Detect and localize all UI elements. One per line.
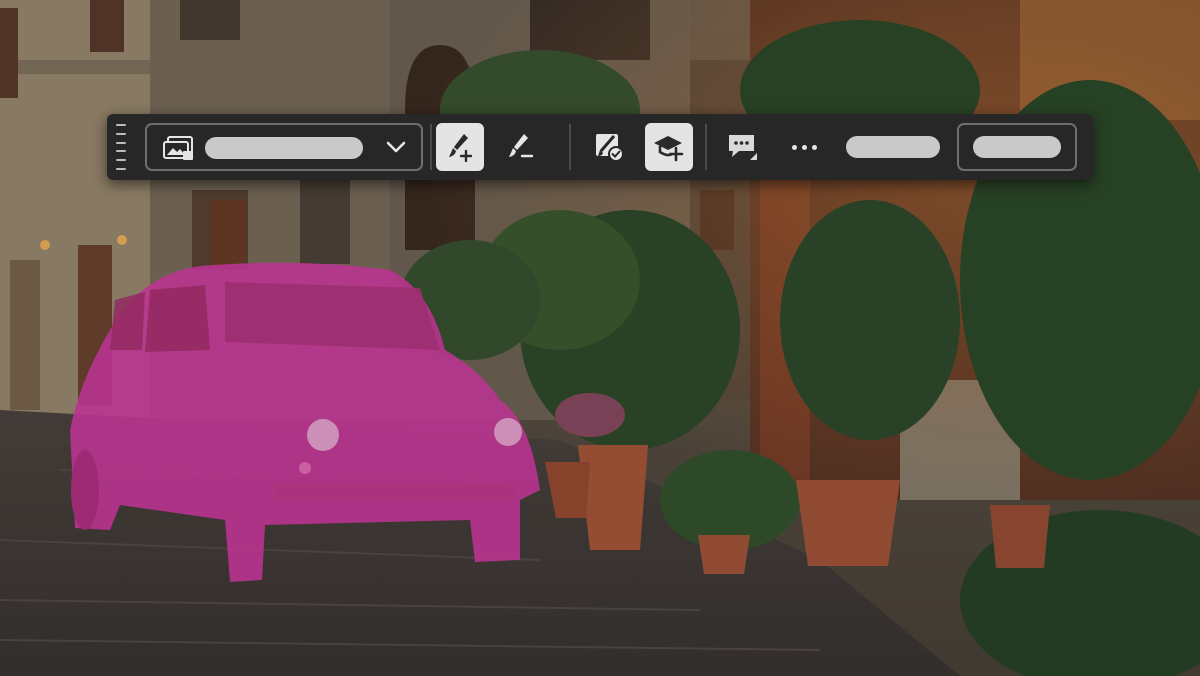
brush-plus-icon [449, 134, 473, 163]
toolbar-divider [430, 124, 432, 170]
mask-select-value [205, 137, 363, 159]
mask-select-dropdown[interactable] [145, 123, 423, 171]
chevron-down-icon [386, 141, 406, 153]
brush-minus-icon [509, 134, 534, 158]
feedback-button[interactable] [719, 123, 767, 171]
hat-plus-icon [654, 136, 684, 162]
toolbar-divider [705, 124, 707, 170]
secondary-action-label [973, 136, 1061, 158]
subtract-brush-button[interactable] [496, 123, 544, 171]
toolbar-divider [569, 124, 571, 170]
more-options-button[interactable] [780, 123, 828, 171]
more-horizontal-icon [791, 144, 797, 150]
drag-handle[interactable] [115, 124, 127, 170]
brush-check-icon [596, 134, 624, 162]
secondary-action-button[interactable] [957, 123, 1077, 171]
layer-mask-icon [163, 136, 193, 160]
primary-action-button[interactable] [846, 136, 940, 158]
floating-toolbar [107, 114, 1093, 180]
refine-selection-button[interactable] [585, 123, 633, 171]
add-mask-button[interactable] [645, 123, 693, 171]
add-brush-button[interactable] [436, 123, 484, 171]
background-photo [0, 0, 1200, 676]
speech-bubble-icon [729, 135, 757, 160]
